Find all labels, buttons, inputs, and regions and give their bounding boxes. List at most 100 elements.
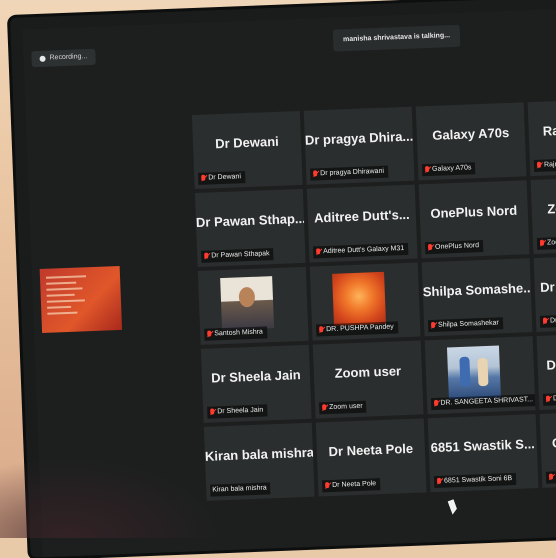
foreground-shadow xyxy=(0,458,220,538)
shared-screen-thumbnail[interactable] xyxy=(40,266,122,333)
participant-tile[interactable]: Dr Dewani Dr Dewani xyxy=(192,111,303,189)
mic-muted-icon xyxy=(209,408,215,416)
participant-display-name: Dr pragya Dhira... xyxy=(305,129,413,148)
participant-tag-label: Zoom user xyxy=(329,401,363,414)
mic-muted-icon xyxy=(203,253,209,261)
participant-tag-label: Shilpa Somashekar xyxy=(438,317,499,331)
participant-name-tag: DR. SANGEETA SHRIVAST... xyxy=(431,394,536,410)
participant-tile[interactable]: Santosh Mishra xyxy=(198,267,309,345)
participant-display-name: Zoor xyxy=(531,200,556,217)
participant-name-tag: Zoom user xyxy=(537,236,556,250)
participant-photo xyxy=(447,345,501,399)
participant-tag-label: Dr Sheela Jain xyxy=(217,405,263,419)
participant-display-name: Kiran bala mishra xyxy=(205,445,313,464)
mic-muted-icon xyxy=(545,396,551,404)
participant-display-name: Shilpa Somashe... xyxy=(423,280,531,299)
participant-tag-label: 6851 Swastik Soni 6B xyxy=(444,473,513,488)
participant-name-tag: Dr Dewani xyxy=(198,171,245,185)
participant-name-tag: Shilpa Somashekar xyxy=(428,317,503,332)
participant-tag-label: Santosh Mishra xyxy=(214,327,263,341)
participant-display-name: Dr Poo xyxy=(537,356,556,373)
active-speaker-banner: manisha shrivastava is talking... xyxy=(333,25,461,52)
participant-tile[interactable]: DR. PUSHPA Pandey xyxy=(310,263,421,341)
participant-tile[interactable]: Dr Shas Dr Shashi xyxy=(534,256,556,332)
participant-display-name: Zoom user xyxy=(314,362,422,381)
participant-tag-label: DR. SANGEETA SHRIVAST... xyxy=(440,394,533,410)
mic-muted-icon xyxy=(312,170,318,178)
mic-muted-icon xyxy=(433,400,439,408)
participant-display-name: Dr Neeta Pole xyxy=(317,440,425,459)
participant-display-name: OnePlus Nord xyxy=(420,202,528,221)
recording-label: Recording... xyxy=(49,49,87,66)
mic-muted-icon xyxy=(321,404,327,412)
participant-tile[interactable]: Dr Neeta Pole Dr Neeta Pole xyxy=(316,418,427,496)
participant-display-name: Rajni xyxy=(528,122,556,139)
participant-tile[interactable]: OnePlus Nord OnePlus Nord xyxy=(419,180,530,258)
participant-tile[interactable]: Rajni Rajni Khatr xyxy=(528,100,556,176)
mic-muted-icon xyxy=(200,175,206,183)
participant-tag-label: Galaxy A70s xyxy=(432,162,472,176)
recording-indicator[interactable]: Recording... xyxy=(31,49,95,67)
mic-muted-icon xyxy=(536,162,542,170)
mic-muted-icon xyxy=(424,166,430,174)
participant-tile[interactable]: DR. SANGEETA SHRIVAST... xyxy=(425,336,536,414)
participant-grid: Dr DewaniDr DewaniDr pragya Dhira...Dr p… xyxy=(192,100,556,501)
participant-tile[interactable]: Galaxy A70s Galaxy A70s xyxy=(416,102,527,180)
participant-name-tag: Dr Sheela Jain xyxy=(207,404,267,418)
participant-display-name: Dr Sheela Jain xyxy=(202,367,310,386)
participant-display-name: Dr Dewani xyxy=(193,133,301,152)
participant-name-tag: Galaxy A70s xyxy=(422,162,476,176)
participant-tag-label: Dr Dewani xyxy=(208,171,241,184)
participant-tile[interactable]: Zoor Zoom user xyxy=(531,178,556,254)
mic-muted-icon xyxy=(539,240,545,248)
participant-display-name: Dr Pawan Sthap... xyxy=(196,211,304,230)
participant-photo xyxy=(332,272,386,326)
participant-display-name: Aditree Dutt's... xyxy=(308,207,416,226)
participant-tile[interactable]: Dr Pawan Sthap... Dr Pawan Sthapak xyxy=(195,189,306,267)
mic-muted-icon xyxy=(324,482,330,490)
participant-display-name: Dr Shas xyxy=(534,278,556,295)
participant-tile[interactable]: Kiran bala mishra Kiran bala mishra xyxy=(204,423,315,501)
participant-tile[interactable]: OnePl OnePlus xyxy=(540,412,556,488)
participant-name-tag: Dr Shashi xyxy=(540,314,556,328)
participant-display-name: OnePl xyxy=(540,434,556,451)
participant-name-tag: Dr pragya Dhirawani xyxy=(310,166,388,181)
participant-tag-label: Aditree Dutt's Galaxy M31 xyxy=(323,243,404,258)
participant-tile[interactable]: Zoom user Zoom user xyxy=(313,340,424,418)
participant-display-name: 6851 Swastik S... xyxy=(429,436,537,455)
participant-tag-label: Rajni Khatr xyxy=(544,158,556,171)
mic-muted-icon xyxy=(318,326,324,334)
participant-tag-label: DR. PUSHPA Pandey xyxy=(326,322,394,337)
participant-tag-label: Zoom user xyxy=(547,236,556,249)
participant-tag-label: Dr Pawan Sthapak xyxy=(211,248,270,262)
participant-tag-label: Dr Neeta Pole xyxy=(332,478,376,492)
participant-photo xyxy=(220,276,274,330)
participant-tag-label: Dr Shashi xyxy=(550,314,556,327)
participant-tile[interactable]: Dr PooDr Pooja W xyxy=(537,334,556,410)
mic-muted-icon xyxy=(206,330,212,338)
participant-name-tag: Santosh Mishra xyxy=(204,326,267,340)
participant-tile[interactable]: Shilpa Somashe... Shilpa Somashekar xyxy=(422,258,533,336)
participant-name-tag: DR. PUSHPA Pandey xyxy=(316,321,398,336)
participant-display-name: Galaxy A70s xyxy=(417,124,525,143)
participant-name-tag: Dr Neeta Pole xyxy=(322,478,380,492)
participant-tile[interactable]: Dr pragya Dhira... Dr pragya Dhirawani xyxy=(304,107,415,185)
mic-muted-icon xyxy=(436,478,442,486)
participant-name-tag: Dr Pawan Sthapak xyxy=(201,248,274,263)
participant-tag-label: Kiran bala mishra xyxy=(212,482,267,496)
participant-name-tag: Aditree Dutt's Galaxy M31 xyxy=(313,243,408,259)
participant-tile[interactable]: Dr Sheela Jain Dr Sheela Jain xyxy=(201,345,312,423)
participant-tile[interactable]: 6851 Swastik S... 6851 Swastik Soni 6B xyxy=(428,414,539,492)
mic-muted-icon xyxy=(542,318,548,326)
mic-muted-icon xyxy=(315,248,321,256)
participant-tag-label: Dr pragya Dhirawani xyxy=(320,166,384,180)
participant-name-tag: 6851 Swastik Soni 6B xyxy=(434,473,517,488)
participant-tile[interactable]: Aditree Dutt's... Aditree Dutt's Galaxy M… xyxy=(307,185,418,263)
participant-name-tag: OnePlus Nord xyxy=(425,240,483,254)
participant-tag-label: OnePlus Nord xyxy=(435,240,479,254)
participant-name-tag: OnePlus xyxy=(546,470,556,484)
record-icon xyxy=(39,56,45,62)
participant-name-tag: Zoom user xyxy=(319,401,367,415)
mic-muted-icon xyxy=(427,244,433,252)
participant-name-tag: Rajni Khatr xyxy=(534,158,556,172)
